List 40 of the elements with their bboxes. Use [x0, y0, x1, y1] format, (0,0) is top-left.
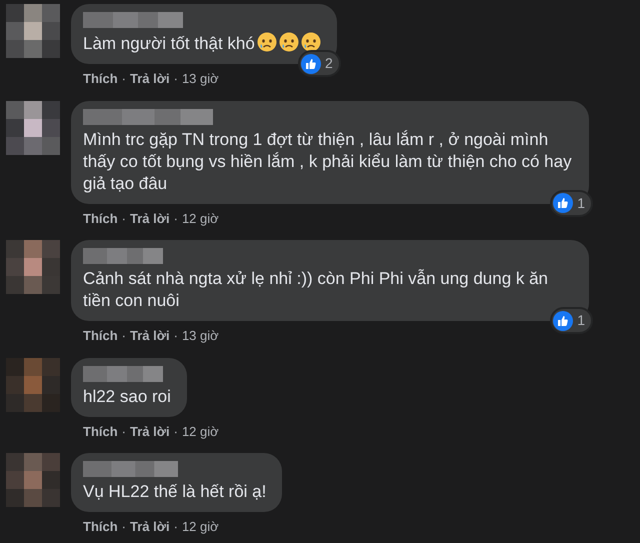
comment-time: 12 giờ — [182, 210, 219, 228]
comment-text: Cảnh sát nhà ngta xử lẹ nhỉ :)) còn Phi Phi vẫn ung dung k ăn tiền con nuôi — [83, 268, 550, 312]
separator-dot: · — [122, 70, 126, 88]
reaction-count[interactable]: 1 — [550, 190, 593, 216]
action-link[interactable]: Trả lời — [130, 208, 170, 228]
comment-time: 12 giờ — [182, 422, 219, 441]
action-link[interactable]: Thích — [83, 208, 118, 228]
action-link[interactable]: Thích — [83, 326, 118, 346]
action-link[interactable]: Trả lời — [130, 69, 170, 88]
action-link[interactable]: Trả lời — [130, 422, 170, 441]
crying-face-icon — [300, 32, 321, 52]
thumbs-up-icon — [553, 193, 574, 213]
reaction-number: 1 — [577, 311, 585, 330]
crying-face-icon — [278, 32, 299, 52]
separator-dot: · — [174, 327, 178, 345]
action-link[interactable]: Thích — [83, 517, 118, 536]
separator-dot: · — [174, 210, 178, 228]
separator-dot: · — [122, 327, 126, 345]
thumbs-up-icon — [553, 310, 574, 330]
separator-dot: · — [122, 422, 126, 440]
reaction-count[interactable]: 2 — [298, 50, 341, 77]
reaction-count[interactable]: 1 — [550, 307, 593, 334]
action-link[interactable]: Thích — [83, 69, 118, 88]
comment-text: hl22 sao roi — [83, 386, 171, 408]
separator-dot: · — [122, 518, 126, 536]
comment-time: 13 giờ — [182, 70, 219, 88]
separator-dot: · — [174, 518, 178, 536]
reaction-number: 1 — [577, 194, 585, 212]
separator-dot: · — [174, 422, 178, 440]
thumbs-up-icon — [301, 54, 322, 74]
separator-dot: · — [174, 70, 178, 88]
action-link[interactable]: Thích — [83, 422, 118, 441]
separator-dot: · — [122, 210, 126, 228]
action-link[interactable]: Trả lời — [130, 517, 170, 536]
comment-time: 13 giờ — [182, 327, 219, 345]
crying-face-icon — [256, 32, 277, 52]
comment-text: Vụ HL22 thế là hết rồi ạ! — [83, 481, 266, 503]
comment-time: 12 giờ — [182, 518, 219, 536]
action-link[interactable]: Trả lời — [130, 326, 170, 346]
reaction-number: 2 — [325, 54, 333, 73]
